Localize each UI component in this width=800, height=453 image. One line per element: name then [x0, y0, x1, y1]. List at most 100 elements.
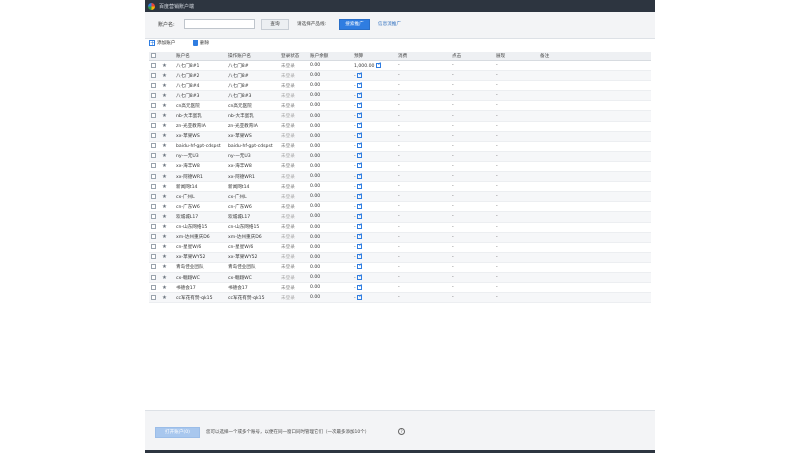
cell-remark[interactable] — [538, 242, 651, 253]
row-checkbox[interactable] — [151, 234, 156, 240]
edit-budget-icon[interactable] — [357, 153, 363, 159]
edit-budget-icon[interactable] — [357, 213, 363, 219]
star-icon[interactable]: ★ — [162, 103, 167, 109]
edit-budget-icon[interactable] — [357, 82, 363, 88]
star-icon[interactable]: ★ — [162, 275, 167, 281]
table-row[interactable]: ★ nb-大丰蛋乳 nb-大丰蛋乳 未登录 0.00- --- — [149, 110, 651, 122]
edit-budget-icon[interactable] — [357, 92, 363, 98]
table-row[interactable]: ★ 书德会17 书德会17 未登录 0.00- --- — [149, 282, 651, 294]
cell-remark[interactable] — [538, 252, 651, 263]
row-checkbox[interactable] — [151, 102, 156, 108]
edit-budget-icon[interactable] — [357, 234, 363, 240]
cell-remark[interactable] — [538, 60, 651, 72]
edit-budget-icon[interactable] — [357, 254, 363, 260]
search-ads-tab[interactable]: 搜索推广 — [339, 19, 370, 30]
row-checkbox[interactable] — [151, 284, 156, 290]
cell-remark[interactable] — [538, 90, 651, 102]
cell-remark[interactable] — [538, 110, 651, 122]
edit-budget-icon[interactable] — [357, 224, 363, 230]
table-row[interactable]: ★ 欢城城L17 欢城城L17 未登录 0.00- --- — [149, 211, 651, 223]
edit-budget-icon[interactable] — [357, 294, 363, 300]
header-cost[interactable]: 消费 — [396, 52, 450, 61]
table-row[interactable]: ★ cx-广州L cx-广州L 未登录 0.00- --- — [149, 191, 651, 203]
edit-budget-icon[interactable] — [357, 173, 363, 179]
edit-budget-icon[interactable] — [357, 193, 363, 199]
header-balance[interactable]: 账户余额 — [308, 52, 352, 61]
edit-budget-icon[interactable] — [357, 143, 363, 149]
header-operator-name[interactable]: 操作账户名 — [226, 52, 279, 61]
cell-remark[interactable] — [538, 211, 651, 223]
cell-remark[interactable] — [538, 262, 651, 273]
edit-budget-icon[interactable] — [357, 274, 363, 280]
cell-remark[interactable] — [538, 272, 651, 284]
table-row[interactable]: ★ xx-海丰W8 xx-海丰W8 未登录 0.00- --- — [149, 161, 651, 173]
header-account-name[interactable]: 账户名 — [174, 52, 226, 61]
row-checkbox[interactable] — [151, 193, 156, 199]
edit-budget-icon[interactable] — [357, 72, 363, 78]
star-icon[interactable]: ★ — [162, 214, 167, 220]
row-checkbox[interactable] — [151, 224, 156, 230]
delete-button[interactable]: 删除 — [193, 40, 209, 46]
star-icon[interactable]: ★ — [162, 143, 167, 149]
row-checkbox[interactable] — [151, 244, 156, 250]
account-search-input[interactable] — [184, 19, 255, 29]
star-icon[interactable]: ★ — [162, 63, 167, 69]
table-row[interactable]: ★ zn-光亚教育IA zn-光亚教育IA 未登录 0.00- --- — [149, 121, 651, 132]
row-checkbox[interactable] — [151, 163, 156, 169]
row-checkbox[interactable] — [151, 113, 156, 119]
table-row[interactable]: ★ cn-山东网络15 cn-山东网络15 未登录 0.00- --- — [149, 222, 651, 233]
edit-budget-icon[interactable] — [357, 163, 363, 169]
cell-remark[interactable] — [538, 292, 651, 304]
star-icon[interactable]: ★ — [162, 133, 167, 139]
table-row[interactable]: ★ 新闻网t14 新闻网t14 未登录 0.00- --- — [149, 181, 651, 193]
row-checkbox[interactable] — [151, 72, 156, 78]
star-icon[interactable]: ★ — [162, 123, 167, 129]
cell-remark[interactable] — [538, 121, 651, 132]
header-remark[interactable]: 备注 — [538, 52, 651, 61]
star-icon[interactable]: ★ — [162, 295, 167, 301]
star-icon[interactable]: ★ — [162, 73, 167, 79]
star-icon[interactable]: ★ — [162, 184, 167, 190]
cell-remark[interactable] — [538, 201, 651, 213]
row-checkbox[interactable] — [151, 133, 156, 139]
star-icon[interactable]: ★ — [162, 153, 167, 159]
edit-budget-icon[interactable] — [357, 123, 363, 129]
table-row[interactable]: ★ 八七门8#1 八七门8# 未登录 0.00 1,000.00 --- — [149, 60, 651, 72]
edit-budget-icon[interactable] — [357, 183, 363, 189]
star-icon[interactable]: ★ — [162, 244, 167, 250]
row-checkbox[interactable] — [151, 203, 156, 209]
row-checkbox[interactable] — [151, 62, 156, 68]
table-row[interactable]: ★ 八七门8#3 八七门8#3 未登录 0.00- --- — [149, 90, 651, 102]
cell-remark[interactable] — [538, 191, 651, 203]
cell-remark[interactable] — [538, 70, 651, 82]
row-checkbox[interactable] — [151, 294, 156, 300]
header-login-status[interactable]: 登录状态 — [279, 52, 308, 61]
row-checkbox[interactable] — [151, 274, 156, 280]
header-impressions[interactable]: 展现 — [494, 52, 538, 61]
star-icon[interactable]: ★ — [162, 163, 167, 169]
table-row[interactable]: ★ xx-苹果WS xx-苹果WS 未登录 0.00- --- — [149, 131, 651, 142]
table-row[interactable]: ★ cn高元医院 cn高元医院 未登录 0.00- --- — [149, 100, 651, 112]
open-account-button[interactable]: 打开账户(0) — [155, 427, 200, 438]
info-flow-tab[interactable]: 信息流推广 — [378, 21, 401, 27]
table-row[interactable]: ★ cn-星星W/6 cn-星星W/6 未登录 0.00- --- — [149, 242, 651, 253]
cell-remark[interactable] — [538, 161, 651, 173]
edit-budget-icon[interactable] — [357, 203, 363, 209]
table-row[interactable]: ★ cc军花有赞-qk15 cc军花有赞-qk15 未登录 0.00- --- — [149, 292, 651, 304]
star-icon[interactable]: ★ — [162, 174, 167, 180]
table-row[interactable]: ★ cx-翱翔WC cx-翱翔WC 未登录 0.00- --- — [149, 272, 651, 284]
star-icon[interactable]: ★ — [162, 264, 167, 270]
cell-remark[interactable] — [538, 80, 651, 92]
row-checkbox[interactable] — [151, 213, 156, 219]
edit-budget-icon[interactable] — [357, 284, 363, 290]
table-row[interactable]: ★ cn-广东W6 cn-广东W6 未登录 0.00- --- — [149, 201, 651, 213]
row-checkbox[interactable] — [151, 123, 156, 129]
star-icon[interactable]: ★ — [162, 254, 167, 260]
row-checkbox[interactable] — [151, 254, 156, 260]
row-checkbox[interactable] — [151, 143, 156, 149]
edit-budget-icon[interactable] — [357, 113, 363, 119]
star-icon[interactable]: ★ — [162, 234, 167, 240]
row-checkbox[interactable] — [151, 153, 156, 159]
add-account-button[interactable]: + 添加账户 — [149, 40, 175, 47]
header-clicks[interactable]: 点击 — [450, 52, 494, 61]
